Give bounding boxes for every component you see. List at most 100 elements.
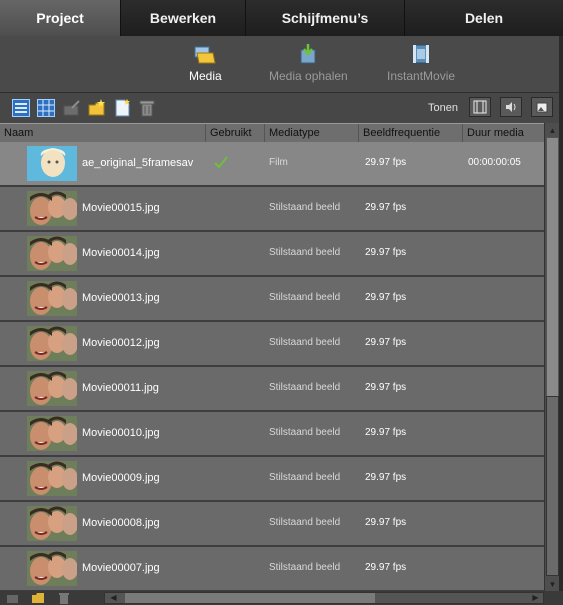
media-name: Movie00013.jpg [82, 292, 160, 304]
vertical-scroll-thumb[interactable] [546, 396, 559, 576]
speaker-icon [506, 102, 516, 112]
bottom-trash-button[interactable] [57, 591, 71, 605]
media-name: Movie00010.jpg [82, 427, 160, 439]
bottom-bar: ◀ ▶ [0, 591, 563, 605]
bottom-album-button[interactable] [6, 591, 20, 605]
media-type: Stilstaand beeld [269, 247, 341, 258]
media-thumbnail [27, 506, 77, 541]
image-stack-icon [536, 102, 548, 113]
trash-icon [139, 100, 155, 117]
media-thumbnail [27, 416, 77, 451]
media-name: Movie00015.jpg [82, 202, 160, 214]
horizontal-scroll-thumb[interactable] [125, 593, 375, 603]
workspace-tabs: Project Bewerken Schijfmenu’s Delen [0, 0, 563, 36]
panel-edge [559, 36, 563, 605]
media-type: Stilstaand beeld [269, 517, 341, 528]
media-thumbnail [27, 371, 77, 406]
media-type: Stilstaand beeld [269, 382, 341, 393]
media-name: Movie00008.jpg [82, 517, 160, 529]
table-row[interactable]: Movie00014.jpg Stilstaand beeld 29.97 fps [0, 232, 544, 277]
column-mediatype[interactable]: Mediatype [265, 124, 359, 142]
media-name: Movie00014.jpg [82, 247, 160, 259]
media-thumbnail [27, 326, 77, 361]
get-media-icon [300, 44, 316, 64]
stack-icon [7, 595, 18, 603]
media-list: ae_original_5framesav Film 29.97 fps 00:00:… [0, 142, 544, 591]
trash-icon [59, 593, 69, 604]
scroll-down-arrow[interactable]: ▼ [546, 578, 559, 590]
table-row[interactable]: Movie00007.jpg Stilstaand beeld 29.97 fps [0, 547, 544, 591]
media-thumbnail [27, 146, 77, 181]
subnav-media-ophalen-label: Media ophalen [269, 69, 348, 83]
media-name: Movie00009.jpg [82, 472, 160, 484]
subnav-media-ophalen[interactable]: Media ophalen [269, 44, 348, 83]
frame-rate: 29.97 fps [365, 292, 407, 303]
table-row[interactable]: Movie00015.jpg Stilstaand beeld 29.97 fps [0, 187, 544, 232]
media-type: Film [269, 157, 288, 168]
media-folder-icon [194, 46, 216, 64]
new-item-button[interactable] [113, 99, 131, 117]
media-name: Movie00011.jpg [82, 382, 159, 394]
new-folder-icon [88, 99, 105, 116]
stack-arrow-icon [63, 100, 80, 116]
subnav-media[interactable]: Media [189, 44, 222, 83]
table-row[interactable]: Movie00013.jpg Stilstaand beeld 29.97 fps [0, 277, 544, 322]
project-subnav: Media Media ophalen InstantMovie [0, 36, 563, 93]
media-type: Stilstaand beeld [269, 562, 341, 573]
delete-button[interactable] [138, 99, 156, 117]
table-row[interactable]: Movie00012.jpg Stilstaand beeld 29.97 fps [0, 322, 544, 367]
frame-rate: 29.97 fps [365, 247, 407, 258]
media-type: Stilstaand beeld [269, 337, 341, 348]
grid-view-button[interactable] [37, 99, 55, 117]
frame-rate: 29.97 fps [365, 562, 407, 573]
tonen-label: Tonen [428, 102, 458, 114]
used-check-icon [213, 154, 229, 173]
column-beeldfrequentie[interactable]: Beeldfrequentie [359, 124, 463, 142]
list-view-icon [12, 99, 30, 117]
media-name: Movie00012.jpg [82, 337, 160, 349]
horizontal-scrollbar[interactable]: ◀ ▶ [104, 592, 544, 604]
subnav-instantmovie[interactable]: InstantMovie [387, 44, 455, 83]
show-images-toggle[interactable] [531, 97, 553, 117]
frame-rate: 29.97 fps [365, 337, 407, 348]
frame-rate: 29.97 fps [365, 157, 407, 168]
table-row[interactable]: Movie00010.jpg Stilstaand beeld 29.97 fps [0, 412, 544, 457]
tab-bewerken[interactable]: Bewerken [121, 0, 246, 36]
table-row[interactable]: Movie00009.jpg Stilstaand beeld 29.97 fps [0, 457, 544, 502]
vertical-scrollbar[interactable]: ▲ ▼ [544, 123, 560, 591]
subnav-media-label: Media [189, 69, 222, 83]
show-audio-toggle[interactable] [500, 97, 522, 117]
column-duur-media[interactable]: Duur media [463, 124, 544, 142]
column-naam[interactable]: Naam [0, 124, 206, 142]
media-thumbnail [27, 281, 77, 316]
media-name: Movie00007.jpg [82, 562, 160, 574]
tab-delen[interactable]: Delen [405, 0, 563, 36]
media-toolbar: Tonen [0, 93, 563, 123]
show-video-toggle[interactable] [469, 97, 491, 117]
subnav-instantmovie-label: InstantMovie [387, 69, 456, 83]
add-to-album-button[interactable] [63, 99, 81, 117]
media-type: Stilstaand beeld [269, 472, 341, 483]
scroll-left-arrow[interactable]: ◀ [107, 592, 120, 602]
bottom-folder-button[interactable] [31, 591, 45, 605]
scroll-right-arrow[interactable]: ▶ [529, 592, 542, 602]
list-view-button[interactable] [12, 99, 30, 117]
table-header: Naam Gebruikt Mediatype Beeldfrequentie … [0, 123, 544, 143]
grid-view-icon [37, 99, 55, 117]
tab-schijfmenus[interactable]: Schijfmenu’s [246, 0, 405, 36]
new-folder-button[interactable] [88, 99, 106, 117]
column-gebruikt[interactable]: Gebruikt [206, 124, 265, 142]
scroll-up-arrow[interactable]: ▲ [546, 124, 559, 136]
frame-rate: 29.97 fps [365, 202, 407, 213]
media-type: Stilstaand beeld [269, 427, 341, 438]
folder-icon [32, 593, 44, 603]
table-row[interactable]: ae_original_5framesav Film 29.97 fps 00:00:… [0, 142, 544, 187]
frame-rate: 29.97 fps [365, 382, 407, 393]
frame-rate: 29.97 fps [365, 427, 407, 438]
media-thumbnail [27, 191, 77, 226]
tab-project[interactable]: Project [0, 0, 121, 36]
table-row[interactable]: Movie00011.jpg Stilstaand beeld 29.97 fps [0, 367, 544, 412]
media-duration: 00:00:00:05 [468, 157, 521, 168]
table-row[interactable]: Movie00008.jpg Stilstaand beeld 29.97 fps [0, 502, 544, 547]
filmstrip-icon [473, 100, 487, 114]
